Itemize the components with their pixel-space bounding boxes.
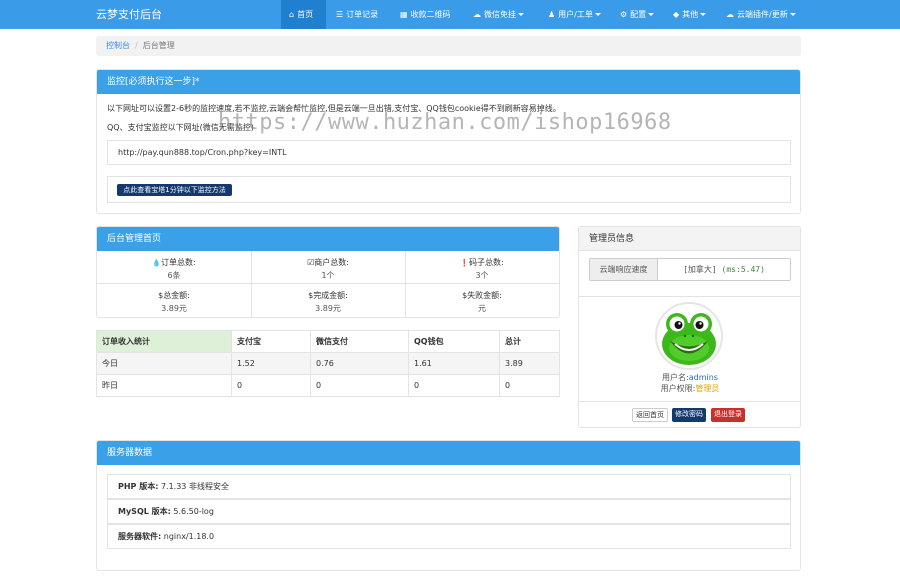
nav-users[interactable]: ♟ 用户/工单 [548, 0, 601, 29]
user-icon: ♟ [548, 10, 556, 19]
stat-total-amount: $总金额: 3.89元 [158, 291, 190, 313]
top-navbar: 云梦支付后台 ⌂ 首页 ☰ 订单记录 ▦ 收款二维码 ☁ 微信免挂 ♟ 用户/工单 ⚙ 配置… [0, 0, 900, 29]
table-row: 今日 1.52 0.76 1.61 3.89 [96, 352, 560, 375]
table-cell: 0 [408, 374, 500, 397]
admin-panel: 管理员信息 云端响应速度 [加拿大] (ms:5.47) 用户名:admins … [578, 226, 801, 428]
nav-other[interactable]: ◆ 其他 [673, 0, 707, 29]
monitor-panel-title: 监控[必须执行这一步]* [97, 70, 800, 94]
table-cell: 昨日 [96, 374, 232, 397]
logout-button[interactable]: 退出登录 [711, 408, 745, 422]
table-cell: 1.52 [231, 352, 311, 375]
table-cell: 1.61 [408, 352, 500, 375]
stat-failed-amount: $失败金额: 元 [462, 291, 502, 313]
breadcrumb-current: 后台管理 [142, 41, 175, 50]
table-cell: 今日 [96, 352, 232, 375]
monitor-subtitle: QQ、支付宝监控以下网址(微信无需监控) [107, 123, 254, 132]
table-cell: 3.89 [499, 352, 560, 375]
cloud-speed-label: 云端响应速度 [590, 259, 658, 280]
server-php-row: PHP 版本: 7.1.33 非线程安全 [107, 474, 791, 499]
home-icon: ⌂ [289, 10, 295, 19]
role-line: 用户权限:管理员 [660, 384, 720, 393]
table-cell: 0 [310, 374, 409, 397]
qrcode-icon: ▦ [400, 10, 408, 19]
server-mysql-row: MySQL 版本: 5.6.50-log [107, 499, 791, 524]
nav-cloud-plugins[interactable]: ☁ 云端插件/更新 [726, 0, 796, 29]
nav-home[interactable]: ⌂ 首页 [281, 0, 326, 29]
monitor-description: 以下网址可以设置2-6秒的监控速度,若不监控,云端会帮忙监控,但是云端一旦出错,… [107, 104, 561, 113]
cloud-speed-value: [加拿大] (ms:5.47) [683, 265, 765, 274]
table-header: 订单收入统计 [96, 330, 232, 353]
nav-wechat[interactable]: ☁ 微信免挂 [473, 0, 524, 29]
brand-title[interactable]: 云梦支付后台 [96, 0, 162, 29]
breadcrumb: 控制台 / 后台管理 [96, 36, 801, 56]
table-header: 总计 [499, 330, 560, 353]
nav-orders[interactable]: ☰ 订单记录 [336, 0, 378, 29]
frog-avatar-icon [662, 313, 716, 365]
dashboard-panel-title: 后台管理首页 [97, 227, 559, 251]
stat-order-count: 💧订单总数: 6条 [152, 258, 196, 280]
table-cell: 0.76 [310, 352, 409, 375]
info-icon: ❗ [460, 259, 469, 267]
table-header: 微信支付 [310, 330, 409, 353]
change-password-button[interactable]: 修改密码 [672, 408, 706, 422]
nav-qrcode[interactable]: ▦ 收款二维码 [400, 0, 451, 29]
chevron-down-icon [594, 13, 601, 16]
chevron-down-icon [789, 13, 796, 16]
table-header-row: 订单收入统计 支付宝 微信支付 QQ钱包 总计 [96, 330, 560, 353]
username-line: 用户名:admins [662, 373, 718, 382]
username-value: admins [688, 373, 718, 382]
chevron-down-icon [518, 13, 524, 16]
server-panel: 服务器数据 PHP 版本: 7.1.33 非线程安全 MySQL 版本: 5.6… [96, 440, 801, 571]
breadcrumb-home-link[interactable]: 控制台 [106, 41, 130, 50]
table-cell: 0 [231, 374, 311, 397]
stat-merchant-count: ☑商户总数: 1个 [307, 258, 349, 280]
cloud-icon: ☁ [726, 10, 734, 19]
chevron-down-icon [648, 13, 655, 16]
gear-icon: ⚙ [620, 10, 628, 19]
back-home-button[interactable]: 返回首页 [632, 408, 668, 422]
table-header: 支付宝 [231, 330, 311, 353]
admin-panel-title: 管理员信息 [579, 227, 800, 251]
table-cell: 0 [499, 374, 560, 397]
server-panel-title: 服务器数据 [97, 441, 800, 465]
monitor-panel: 监控[必须执行这一步]* 以下网址可以设置2-6秒的监控速度,若不监控,云端会帮… [96, 69, 801, 214]
monitor-button-box: 点此查看宝塔1分钟以下监控方法 [107, 176, 791, 203]
drop-icon: 💧 [152, 259, 161, 267]
income-table: 订单收入统计 支付宝 微信支付 QQ钱包 总计 今日 1.52 0.76 1.6… [96, 330, 560, 397]
wechat-icon: ☁ [473, 10, 481, 19]
cloud-speed-field: 云端响应速度 [加拿大] (ms:5.47) [589, 258, 791, 281]
dashboard-panel: 后台管理首页 💧订单总数: 6条 ☑商户总数: 1个 ❗码子总数: 3个 $总金… [96, 226, 560, 318]
table-row: 昨日 0 0 0 0 [96, 374, 560, 397]
stat-code-count: ❗码子总数: 3个 [460, 258, 504, 280]
monitor-method-button[interactable]: 点此查看宝塔1分钟以下监控方法 [117, 184, 232, 196]
stat-completed-amount: $完成金额: 3.89元 [308, 291, 348, 313]
list-icon: ☰ [336, 10, 344, 19]
table-header: QQ钱包 [408, 330, 500, 353]
monitor-url[interactable]: http://pay.qun888.top/Cron.php?key=INTL [107, 140, 791, 165]
avatar [655, 302, 723, 370]
server-software-row: 服务器软件: nginx/1.18.0 [107, 524, 791, 549]
nav-config[interactable]: ⚙ 配置 [620, 0, 655, 29]
cube-icon: ◆ [673, 10, 680, 19]
role-value: 管理员 [695, 384, 720, 393]
chevron-down-icon [700, 13, 707, 16]
